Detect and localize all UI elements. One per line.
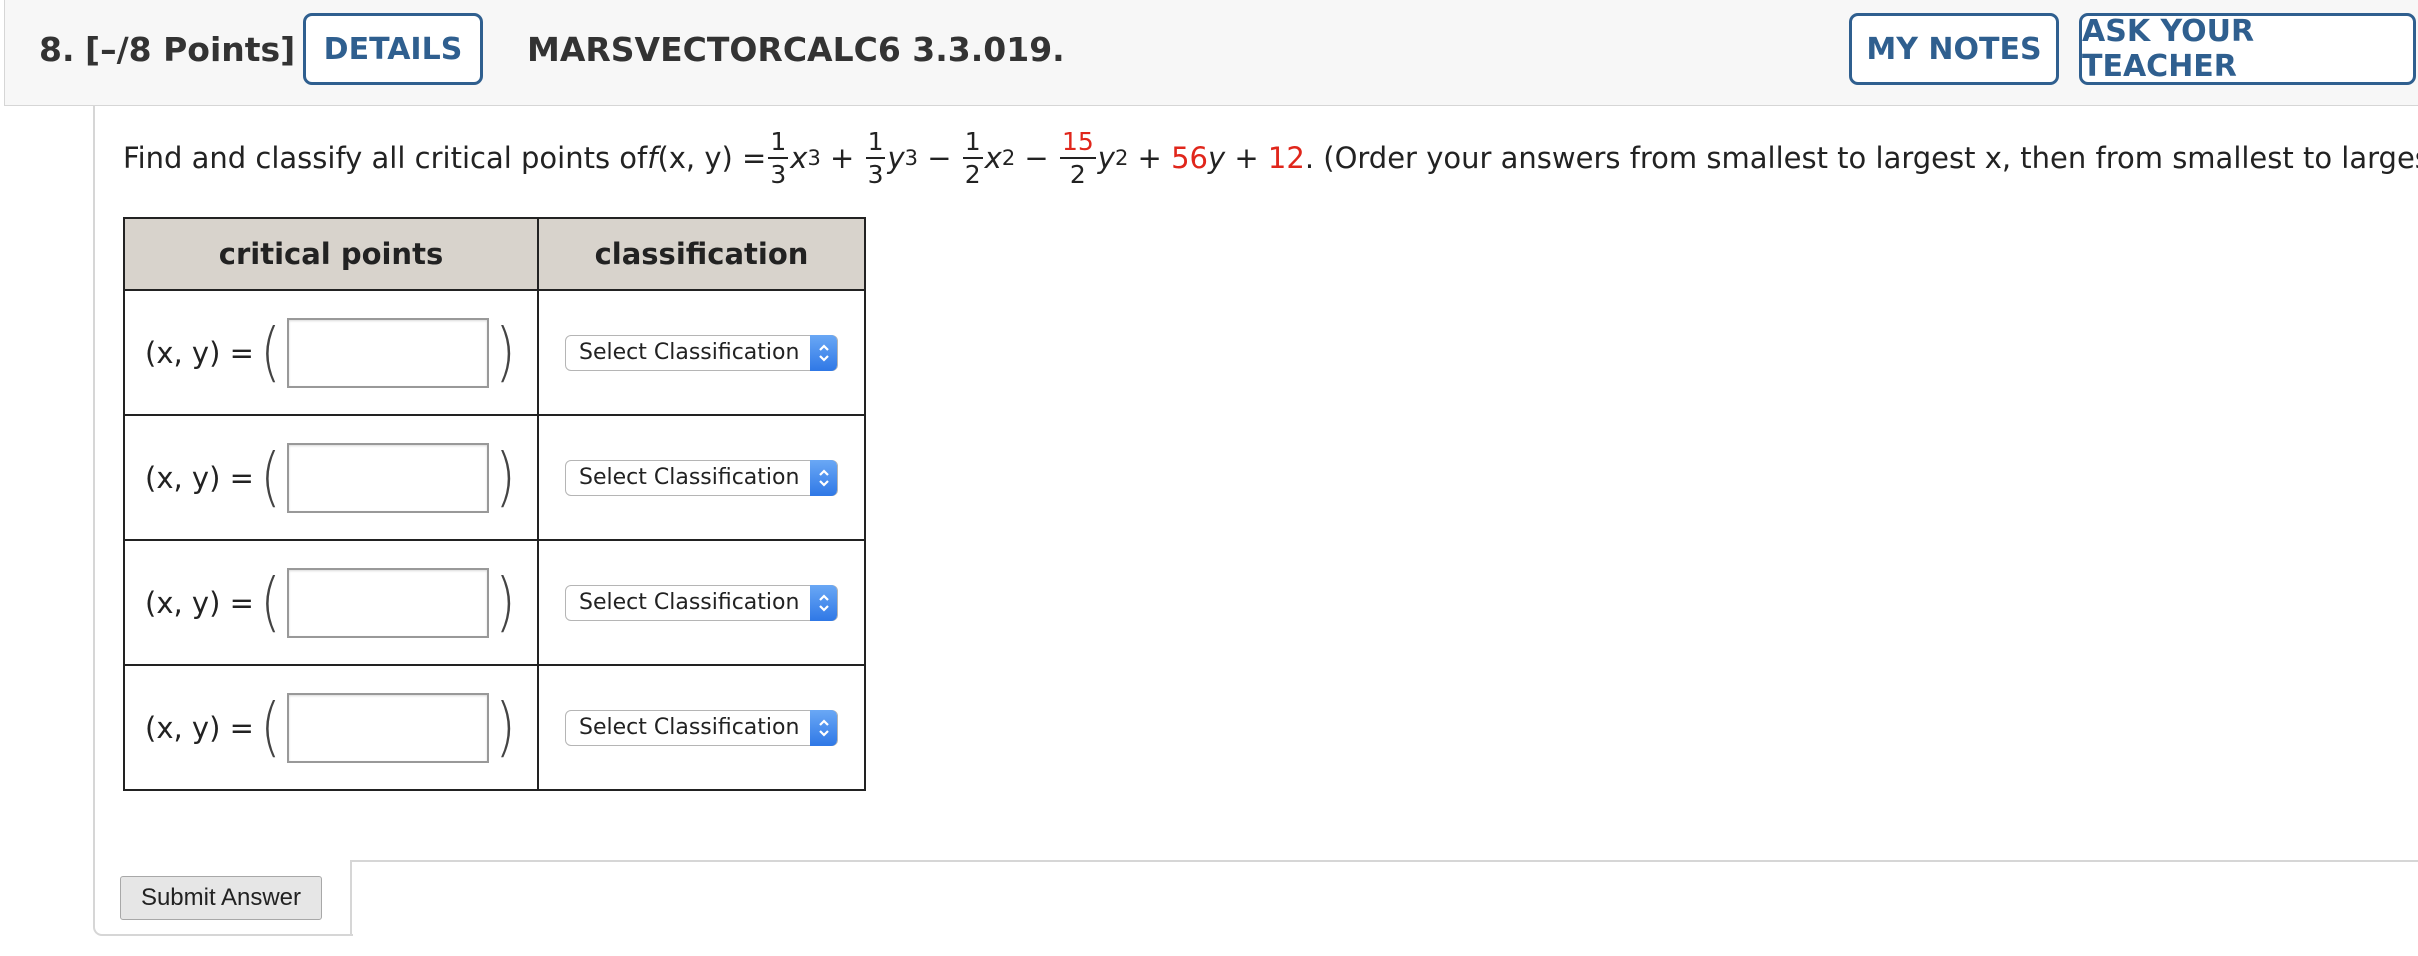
classification-select[interactable]: Select Classification (565, 709, 838, 746)
open-paren: ( (260, 690, 281, 765)
select-arrows-icon (810, 584, 837, 621)
point-label: (x, y) = (145, 710, 254, 745)
critical-point-input[interactable] (286, 567, 489, 638)
prompt-instructions: . (Order your answers from smallest to l… (1304, 141, 2418, 175)
ask-teacher-button[interactable]: ASK YOUR TEACHER (2079, 13, 2416, 85)
classification-select[interactable]: Select Classification (565, 459, 838, 496)
point-label: (x, y) = (145, 460, 254, 495)
select-value: Select Classification (579, 465, 800, 490)
open-paren: ( (260, 440, 281, 515)
constant-highlight: 12 (1267, 141, 1305, 175)
table-row: (x, y) =() Select Classification (123, 664, 866, 791)
fraction-term4: 15 2 (1059, 127, 1096, 189)
close-paren: ) (495, 315, 516, 390)
close-paren: ) (495, 690, 516, 765)
critical-point-input[interactable] (286, 317, 489, 388)
open-paren: ( (260, 315, 281, 390)
points-label: [–/8 Points] (85, 30, 296, 69)
select-value: Select Classification (579, 590, 800, 615)
column-header-classification: classification (537, 217, 866, 291)
answer-table: critical points classification (x, y) =(… (123, 217, 866, 791)
classification-select[interactable]: Select Classification (565, 334, 838, 371)
submit-answer-button[interactable]: Submit Answer (120, 876, 322, 920)
close-paren: ) (495, 565, 516, 640)
select-arrows-icon (810, 709, 837, 746)
classification-select[interactable]: Select Classification (565, 584, 838, 621)
question-reference: MARSVECTORCALC6 3.3.019. (527, 30, 1065, 69)
critical-point-input[interactable] (286, 442, 489, 513)
divider-vertical (350, 860, 352, 936)
coefficient-highlight: 56 (1171, 141, 1208, 175)
fraction-term1: 13 (768, 127, 789, 189)
close-paren: ) (495, 440, 516, 515)
select-arrows-icon (810, 334, 837, 371)
point-label: (x, y) = (145, 335, 254, 370)
table-row: (x, y) =() Select Classification (123, 539, 866, 666)
function-name: f (647, 141, 658, 175)
table-row: (x, y) =() Select Classification (123, 414, 866, 541)
prompt-lead: Find and classify all critical points of (123, 141, 648, 175)
select-value: Select Classification (579, 715, 800, 740)
my-notes-button[interactable]: MY NOTES (1849, 13, 2059, 85)
details-button[interactable]: DETAILS (303, 13, 483, 85)
select-value: Select Classification (579, 340, 800, 365)
critical-point-input[interactable] (286, 692, 489, 763)
question-prompt: Find and classify all critical points of… (123, 118, 2418, 198)
fraction-term2: 13 (865, 127, 886, 189)
select-arrows-icon (810, 459, 837, 496)
question-header: 8. [–/8 Points] DETAILS MARSVECTORCALC6 … (4, 0, 2418, 106)
table-row: (x, y) =() Select Classification (123, 289, 866, 416)
divider (350, 860, 2418, 862)
point-label: (x, y) = (145, 585, 254, 620)
function-args: (x, y) = (657, 141, 767, 175)
fraction-term3: 12 (962, 127, 983, 189)
column-header-critical-points: critical points (123, 217, 539, 291)
question-number: 8. (39, 30, 75, 69)
open-paren: ( (260, 565, 281, 640)
